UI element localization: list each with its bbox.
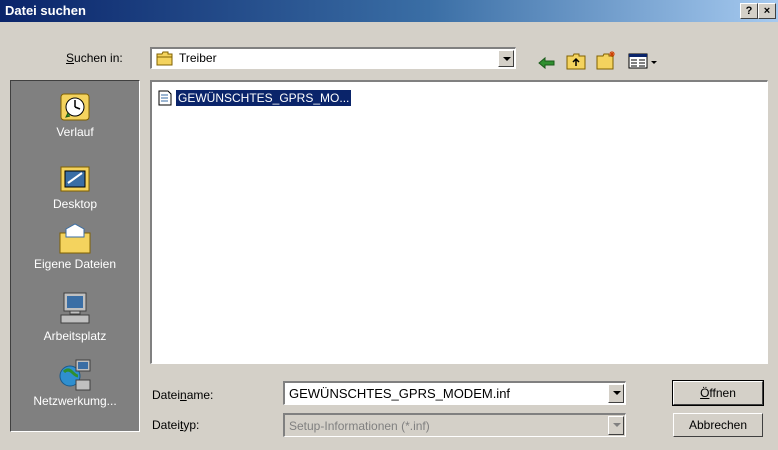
chevron-down-icon[interactable] (498, 50, 514, 67)
places-item-my-documents[interactable]: Eigene Dateien (11, 223, 139, 271)
places-item-label: Verlauf (56, 125, 94, 139)
file-list[interactable]: GEWÜNSCHTES_GPRS_MO... (150, 80, 768, 364)
places-item-desktop[interactable]: Desktop (11, 163, 139, 211)
title-bar: Datei suchen ? × (0, 0, 778, 22)
filename-value: GEWÜNSCHTES_GPRS_MODEM.inf (289, 386, 511, 401)
desktop-icon (60, 166, 90, 192)
places-bar: Verlauf Desktop Eigene Dateien Arbeitspl… (10, 80, 140, 432)
back-arrow-icon[interactable] (538, 56, 556, 70)
filename-label: Dateiname: (152, 388, 214, 402)
history-icon (60, 93, 90, 121)
places-item-label: Eigene Dateien (33, 257, 117, 271)
new-folder-icon[interactable] (596, 50, 618, 70)
lookin-dropdown[interactable]: Treiber (150, 47, 516, 69)
cancel-button[interactable]: Abbrechen (673, 413, 763, 437)
places-item-label: Netzwerkumg... (33, 394, 117, 408)
open-button[interactable]: Öffnen (672, 380, 764, 406)
help-button[interactable]: ? (740, 3, 758, 19)
dialog-title: Datei suchen (5, 3, 86, 18)
filename-input[interactable]: GEWÜNSCHTES_GPRS_MODEM.inf (283, 381, 626, 405)
file-name-selected: GEWÜNSCHTES_GPRS_MO... (176, 90, 352, 106)
folder-icon (156, 51, 173, 66)
filetype-value: Setup-Informationen (*.inf) (289, 419, 430, 433)
lookin-value: Treiber (179, 51, 217, 65)
filetype-dropdown[interactable]: Setup-Informationen (*.inf) (283, 413, 626, 437)
places-item-my-computer[interactable]: Arbeitsplatz (11, 291, 139, 343)
places-item-network[interactable]: Netzwerkumg... (11, 358, 139, 408)
lookin-label: Suchen in: (66, 51, 123, 65)
setup-file-icon (158, 90, 172, 106)
chevron-down-icon[interactable] (608, 384, 624, 403)
network-icon (59, 359, 91, 391)
places-item-label: Desktop (52, 197, 98, 211)
places-item-history[interactable]: Verlauf (11, 91, 139, 139)
filetype-label: Dateityp: (152, 418, 200, 432)
my-computer-icon (60, 292, 90, 324)
view-menu-icon[interactable] (628, 53, 660, 69)
close-button[interactable]: × (758, 3, 776, 19)
places-item-label: Arbeitsplatz (43, 329, 107, 343)
my-documents-icon (59, 223, 91, 254)
file-dialog: Datei suchen ? × Suchen in: Treiber Verl… (0, 0, 778, 450)
chevron-down-icon[interactable] (608, 416, 624, 435)
up-folder-icon[interactable] (566, 53, 586, 70)
